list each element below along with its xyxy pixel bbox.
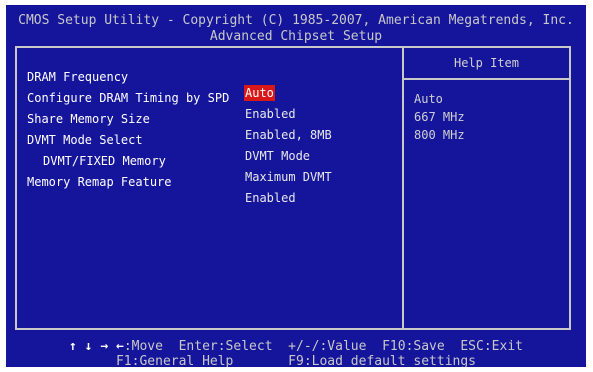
key-help-line-1: ↑ ↓ → ←:Move Enter:Select +/-/:Value F10… — [6, 340, 586, 354]
setting-value[interactable]: Enabled — [244, 106, 297, 122]
help-separator — [404, 78, 569, 80]
setting-row-dram-frequency[interactable]: DRAM Frequency Auto — [17, 53, 275, 101]
setting-row-dram-timing[interactable]: Configure DRAM Timing by SPD Enabled — [17, 74, 296, 121]
key-help-line-2: F1:General Help F9:Load default settings — [115, 354, 477, 368]
help-option: 667 MHz — [414, 110, 465, 124]
bios-screen: CMOS Setup Utility - Copyright (C) 1985-… — [6, 5, 586, 367]
setting-row-dvmt-fixed-memory[interactable]: DVMT/FIXED Memory Maximum DVMT — [17, 137, 332, 184]
setting-value-selected[interactable]: Auto — [244, 85, 275, 101]
setting-label: DVMT/FIXED Memory — [43, 154, 166, 168]
setting-row-memory-remap[interactable]: Memory Remap Feature Enabled — [17, 158, 296, 205]
setting-value[interactable]: DVMT Mode — [244, 148, 311, 164]
setting-label: Memory Remap Feature — [27, 175, 172, 189]
help-title: Help Item — [453, 56, 520, 70]
panel-divider — [402, 48, 404, 328]
help-option: 800 MHz — [414, 128, 465, 142]
setting-row-share-memory[interactable]: Share Memory Size Enabled, 8MB — [17, 95, 332, 142]
page-title: Advanced Chipset Setup — [209, 29, 383, 44]
key-help-text: :Move Enter:Select +/-/:Value F10:Save E… — [123, 339, 523, 354]
setting-row-dvmt-mode[interactable]: DVMT Mode Select DVMT Mode — [17, 116, 310, 163]
arrow-keys-icon: ↑ ↓ → ← — [69, 339, 124, 354]
utility-title: CMOS Setup Utility - Copyright (C) 1985-… — [18, 13, 574, 28]
settings-panel: DRAM Frequency Auto Configure DRAM Timin… — [15, 46, 571, 330]
setting-value[interactable]: Maximum DVMT — [244, 169, 333, 185]
setting-value[interactable]: Enabled — [244, 190, 297, 206]
help-option: Auto — [414, 92, 443, 106]
setting-value[interactable]: Enabled, 8MB — [244, 127, 333, 143]
